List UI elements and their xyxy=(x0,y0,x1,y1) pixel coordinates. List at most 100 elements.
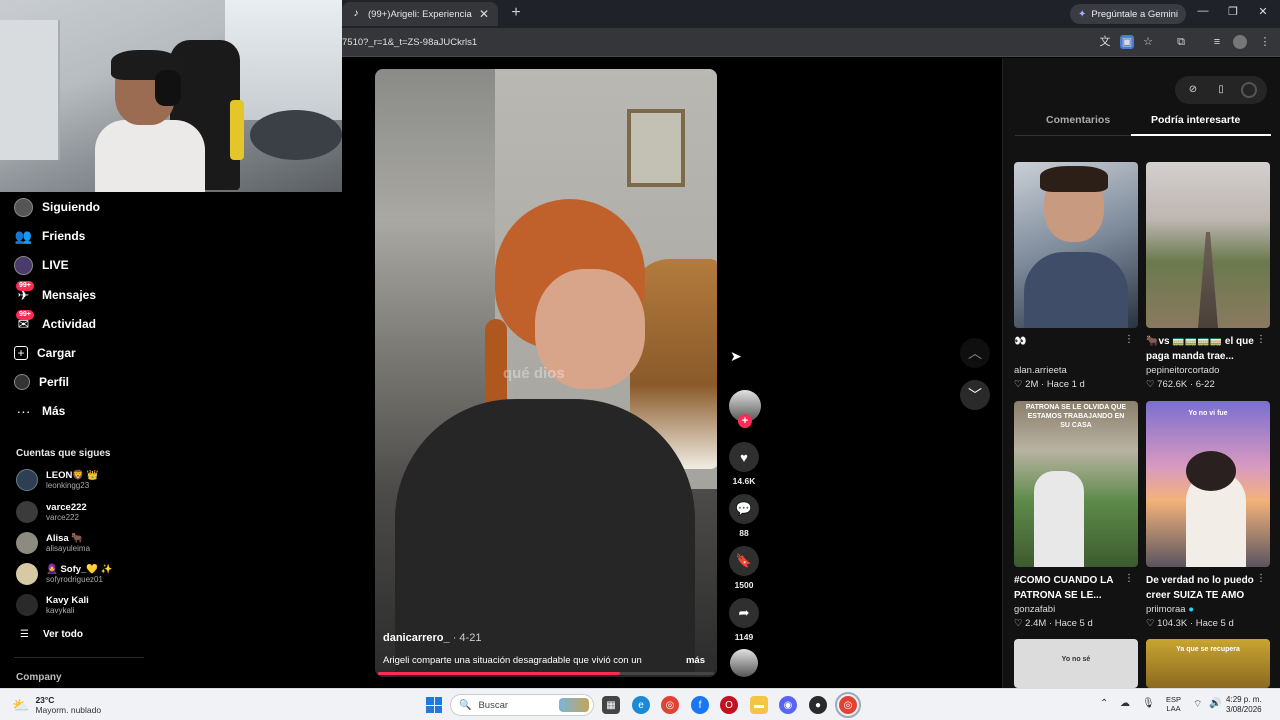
facebook-icon[interactable]: f xyxy=(691,696,709,714)
music-disc-icon[interactable] xyxy=(730,649,758,677)
wifi-icon[interactable]: ⌔ xyxy=(1193,698,1202,711)
nav-activity[interactable]: ✉ 99+ Actividad xyxy=(14,309,96,335)
ask-gemini-button[interactable]: ✦ Pregúntale a Gemini xyxy=(1070,4,1186,24)
share-action[interactable]: ➦ 1149 xyxy=(729,598,759,642)
recommended-card[interactable]: Yo no sé xyxy=(1014,639,1138,688)
bookmark-star-icon[interactable]: ☆ xyxy=(1141,35,1155,49)
nav-upload[interactable]: + Cargar xyxy=(14,342,76,364)
nav-profile[interactable]: Perfil xyxy=(14,371,69,393)
card-thumbnail[interactable]: Ya que se recupera xyxy=(1146,639,1270,688)
account-item[interactable]: Kavy Kali kavykali xyxy=(16,594,89,616)
chrome-icon[interactable]: ◎ xyxy=(661,696,679,714)
share-icon[interactable]: ➦ xyxy=(729,598,759,628)
video-player[interactable]: qué dios danicarrero_ · 4-21 Arigeli com… xyxy=(375,69,717,677)
recommended-card[interactable]: ⋮ 👀 alan.arrieeta ♡ 2M · Hace 1 d xyxy=(1014,162,1138,390)
nav-following[interactable]: Siguiendo xyxy=(14,196,100,218)
microphone-icon[interactable]: 🎙 xyxy=(1142,698,1155,709)
new-tab-button[interactable]: + xyxy=(506,4,526,22)
obs-icon[interactable]: ● xyxy=(809,696,827,714)
recommended-card[interactable]: PATRONA SE LE OLVIDA QUE ESTAMOS TRABAJA… xyxy=(1014,401,1138,629)
next-video-button[interactable]: ﹀ xyxy=(960,380,990,410)
onedrive-icon[interactable]: ☁ xyxy=(1120,698,1130,709)
card-author[interactable]: alan.arrieeta xyxy=(1014,365,1138,376)
save-action[interactable]: 🔖 1500 xyxy=(729,546,759,590)
chevron-up-icon[interactable]: ⌃ xyxy=(1100,698,1108,709)
browser-tab[interactable]: ♪ (99+)Arigeli: Experiencia desag ✕ xyxy=(342,2,498,26)
account-item[interactable]: LEON🦁 👑 leonkingg23 xyxy=(16,469,99,491)
card-menu-icon[interactable]: ⋮ xyxy=(1256,334,1266,345)
opera-icon[interactable]: O xyxy=(720,696,738,714)
reading-list-icon[interactable]: ≡ xyxy=(1210,35,1224,49)
card-stats: ♡ 2.4M · Hace 5 d xyxy=(1014,618,1093,629)
heart-icon[interactable]: ♥ xyxy=(729,442,759,472)
account-item[interactable]: Alisa 🐂 alisayuleima xyxy=(16,532,90,554)
card-author[interactable]: priimoraa ● xyxy=(1146,604,1270,615)
card-thumbnail[interactable] xyxy=(1014,162,1138,328)
video-progress-bar[interactable] xyxy=(378,672,714,675)
task-view-icon[interactable]: ▦ xyxy=(602,696,620,714)
system-clock[interactable]: 4:29 p. m. 3/08/2026 xyxy=(1226,695,1262,715)
profile-avatar-icon[interactable] xyxy=(1233,35,1247,49)
card-menu-icon[interactable]: ⋮ xyxy=(1124,334,1134,345)
card-author[interactable]: gonzafabi xyxy=(1014,604,1138,615)
restore-icon[interactable]: ❐ xyxy=(1224,5,1242,18)
file-explorer-icon[interactable]: ▬ xyxy=(750,696,768,714)
card-author[interactable]: pepineitorcortado xyxy=(1146,365,1270,376)
bookmark-icon[interactable]: 🔖 xyxy=(729,546,759,576)
card-stats: ♡ 104.3K · Hace 5 d xyxy=(1146,618,1234,629)
compass-icon[interactable]: ⊘ xyxy=(1185,82,1201,98)
see-all-button[interactable]: ☰ Ver todo xyxy=(20,629,83,640)
menu-kebab-icon[interactable]: ⋮ xyxy=(1258,35,1272,49)
card-thumbnail[interactable]: Yo no vi fue xyxy=(1146,401,1270,567)
volume-icon[interactable]: 🔊 xyxy=(1209,698,1221,709)
video-author-name[interactable]: danicarrero_ xyxy=(383,632,450,644)
webcam-overlay xyxy=(0,0,342,192)
weather-widget[interactable]: ⛅ 23°C Mayorm. nublado xyxy=(12,695,101,715)
account-item[interactable]: varce222 varce222 xyxy=(16,501,87,523)
close-window-icon[interactable]: ✕ xyxy=(1254,5,1272,18)
video-more-button[interactable]: más xyxy=(686,655,705,666)
start-button[interactable] xyxy=(426,697,442,713)
taskbar-search[interactable]: 🔍 Buscar xyxy=(450,694,594,716)
extensions-icon[interactable]: ⧉ xyxy=(1174,35,1188,49)
language-indicator[interactable]: ESP LAA xyxy=(1166,695,1181,713)
company-link[interactable]: Company xyxy=(16,672,62,683)
card-thumbnail[interactable]: PATRONA SE LE OLVIDA QUE ESTAMOS TRABAJA… xyxy=(1014,401,1138,567)
nav-more[interactable]: ··· Más xyxy=(14,400,66,422)
edge-icon[interactable]: e xyxy=(632,696,650,714)
chrome-active-icon[interactable]: ◎ xyxy=(835,692,861,718)
video-author[interactable]: danicarrero_ · 4-21 xyxy=(383,632,481,644)
tab-you-may-like[interactable]: Podría interesarte xyxy=(1151,114,1240,126)
comment-action[interactable]: 💬 88 xyxy=(729,494,759,538)
card-author-name[interactable]: priimoraa xyxy=(1146,604,1186,615)
recommended-card[interactable]: Ya que se recupera xyxy=(1146,639,1270,688)
tab-comments[interactable]: Comentarios xyxy=(1046,114,1110,126)
sound-avatar[interactable] xyxy=(729,649,759,677)
card-menu-icon[interactable]: ⋮ xyxy=(1256,573,1266,584)
card-thumbnail[interactable]: Yo no sé xyxy=(1014,639,1138,688)
recommended-card[interactable]: Yo no vi fue ⋮ De verdad no lo puedo cre… xyxy=(1146,401,1270,629)
creator-avatar[interactable]: + xyxy=(729,390,761,428)
discord-icon[interactable]: ◉ xyxy=(779,696,797,714)
nav-live[interactable]: LIVE xyxy=(14,254,69,276)
cast-icon[interactable]: ▣ xyxy=(1120,35,1134,49)
url-text[interactable]: 7510?_r=1&_t=ZS-98aJUCkrls1 xyxy=(342,37,477,48)
close-tab-icon[interactable]: ✕ xyxy=(478,7,490,21)
like-action[interactable]: ♥ 14.6K xyxy=(729,442,759,486)
minimize-icon[interactable]: — xyxy=(1194,5,1212,17)
loading-ring-icon[interactable] xyxy=(1241,82,1257,98)
comment-icon[interactable]: 💬 xyxy=(729,494,759,524)
card-menu-icon[interactable]: ⋮ xyxy=(1124,573,1134,584)
following-avatar-icon xyxy=(14,197,33,217)
nav-messages[interactable]: ✈ 99+ Mensajes xyxy=(14,280,96,306)
phone-icon[interactable]: ▯ xyxy=(1213,82,1229,98)
card-thumbnail[interactable] xyxy=(1146,162,1270,328)
panel-tabs: Comentarios Podría interesarte xyxy=(1015,114,1271,136)
nav-friends[interactable]: 👥 Friends xyxy=(14,225,86,247)
previous-video-button[interactable]: ︿ xyxy=(960,338,990,368)
creator-avatar-button[interactable]: + xyxy=(729,390,761,428)
follow-plus-icon[interactable]: + xyxy=(738,414,752,428)
account-item[interactable]: 🧕 Sofy_💛 ✨ sofyrodriguez01 xyxy=(16,563,113,585)
translate-icon[interactable]: 文 xyxy=(1098,35,1112,49)
recommended-card[interactable]: ⋮ 🐂vs 🚃🚃🚃🚃 el que paga manda trae... pep… xyxy=(1146,162,1270,390)
